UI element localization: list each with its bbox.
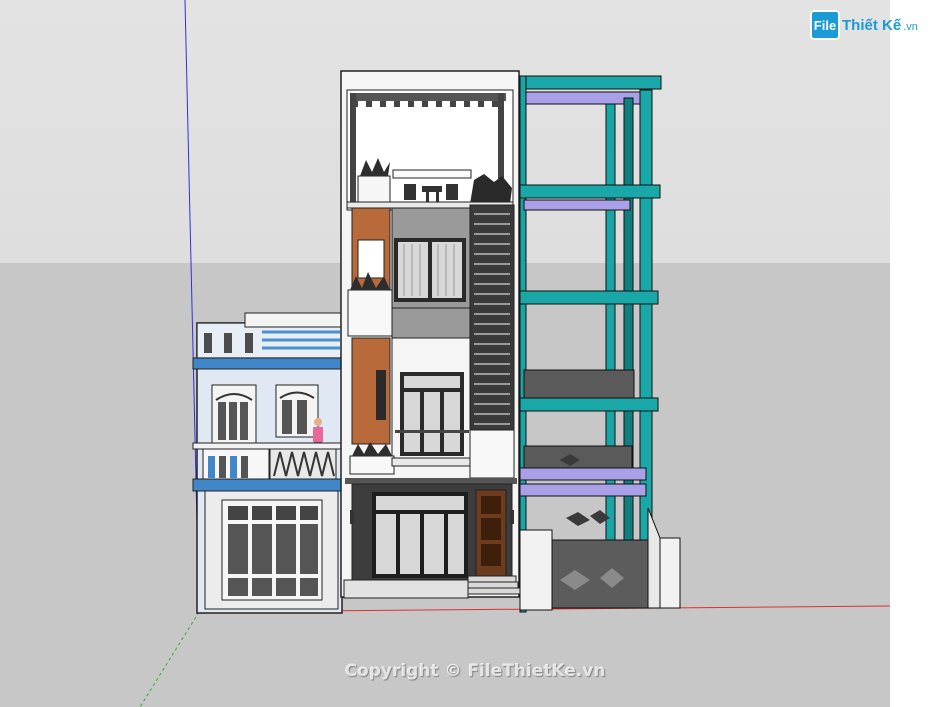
roof-vent-2	[224, 333, 232, 353]
right-margin	[890, 0, 950, 707]
frame-floor-1f	[523, 445, 633, 469]
frame-side-return	[647, 507, 661, 609]
slot-window	[376, 370, 386, 420]
frame-top-beam	[519, 75, 662, 90]
frame-slab-4f	[523, 199, 631, 211]
watermark-logo: File Thiết Kế .vn	[810, 10, 918, 40]
wooden-side-door	[475, 489, 507, 577]
roof-vent-1	[204, 333, 212, 353]
planter-box-right	[469, 429, 515, 479]
ground-glass-door	[372, 492, 468, 578]
planter-box-3f	[347, 272, 393, 337]
model-scene[interactable]	[0, 0, 890, 707]
green-axis	[139, 611, 200, 707]
logo-name: Thiết Kế	[842, 16, 902, 34]
front-plinth	[343, 579, 469, 599]
frame-column-2	[605, 103, 616, 575]
frame-floor-2f	[523, 369, 635, 399]
main-townhouse[interactable]	[340, 70, 521, 599]
left-roof-top	[244, 312, 343, 328]
balcony-slab-mid	[391, 457, 471, 467]
left-upper-window-2	[275, 384, 319, 438]
left-ground-door	[204, 490, 339, 610]
frame-column-3	[623, 97, 634, 569]
louvre-panel	[469, 204, 515, 434]
frame-side-wall	[659, 537, 681, 609]
sketchup-viewport[interactable]: ✦	[0, 0, 890, 707]
left-balcony-railing	[269, 448, 337, 480]
window-upper-main	[394, 238, 466, 302]
wall-lamp-right	[510, 510, 514, 524]
steel-frame[interactable]	[519, 75, 681, 613]
left-lower-band	[192, 478, 344, 492]
left-upper-band	[192, 357, 344, 370]
frame-beam-3f	[519, 290, 659, 305]
frame-slab-1f	[519, 467, 647, 481]
entrance-steps	[463, 575, 521, 595]
frame-ground-floor	[551, 539, 649, 609]
frame-front-wall	[519, 529, 553, 611]
small-window-upper	[357, 239, 385, 279]
frame-slab-ground	[519, 483, 647, 497]
copyright-watermark: Copyright © FileThietKe.vn	[344, 661, 606, 681]
frame-beam-4f	[519, 184, 661, 199]
frame-beam-2f	[519, 397, 659, 412]
ground-canopy	[345, 478, 517, 484]
planter-box-2f	[349, 442, 395, 475]
frame-column-4	[639, 89, 653, 551]
window-mid-main	[400, 372, 464, 456]
balcony-rail-mid	[395, 430, 469, 433]
grey-band-mid	[391, 307, 471, 339]
left-balcony-slab	[192, 442, 344, 450]
logo-domain: .vn	[903, 21, 918, 33]
wall-lamp-left	[350, 510, 354, 524]
logo-badge: File	[810, 10, 840, 40]
left-house[interactable]	[192, 312, 344, 614]
roof-vent-3	[245, 333, 253, 353]
left-upper-window-1	[211, 384, 257, 444]
